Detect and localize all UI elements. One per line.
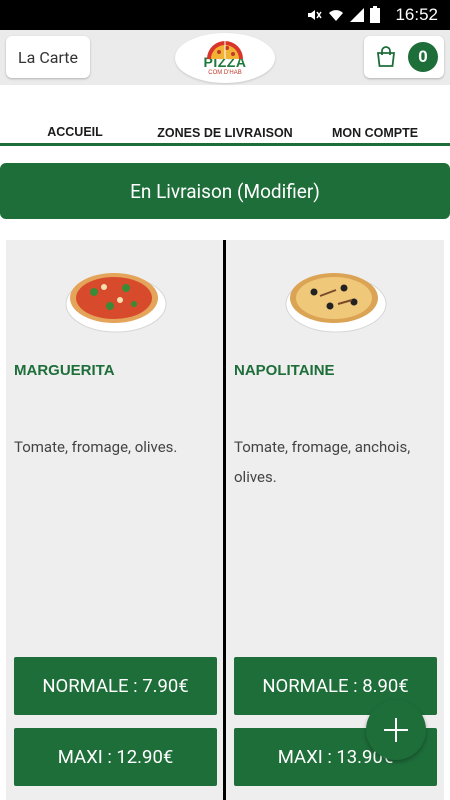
add-fab-button[interactable] — [366, 700, 426, 760]
product-name: NAPOLITAINE — [234, 362, 335, 379]
cart-count-badge: 0 — [408, 42, 438, 72]
menu-button[interactable]: La Carte — [6, 36, 90, 78]
status-icons — [306, 6, 380, 27]
price-maxi-button[interactable]: MAXI : 12.90€ — [14, 728, 217, 786]
pizza-margherita-image — [65, 273, 167, 333]
pizza-logo: PIZZA COM D'HAB — [175, 33, 275, 83]
mute-icon — [306, 7, 322, 27]
shopping-bag-icon — [376, 46, 396, 67]
product-card[interactable]: MARGUERITA Tomate, fromage, olives. NORM… — [6, 240, 223, 800]
signal-icon — [350, 7, 364, 27]
status-bar: 16:52 — [0, 0, 450, 30]
pizza-slice-icon — [207, 41, 243, 59]
product-description: Tomate, fromage, olives. — [14, 438, 178, 456]
delivery-mode-button[interactable]: En Livraison (Modifier) — [0, 163, 450, 219]
cart-button[interactable]: 0 — [364, 36, 444, 78]
pizza-napolitaine-image — [285, 273, 387, 333]
status-time: 16:52 — [395, 5, 438, 24]
product-name: MARGUERITA — [14, 362, 115, 379]
battery-icon — [370, 6, 380, 27]
product-description: Tomate, fromage, anchois, olives. — [234, 438, 411, 486]
wifi-icon — [328, 7, 344, 27]
app-header: La Carte PIZZA COM D'HAB 0 — [0, 30, 450, 85]
logo-subtext: COM D'HAB — [208, 70, 242, 76]
tab-underline — [0, 143, 450, 146]
price-normale-button[interactable]: NORMALE : 7.90€ — [14, 657, 217, 715]
